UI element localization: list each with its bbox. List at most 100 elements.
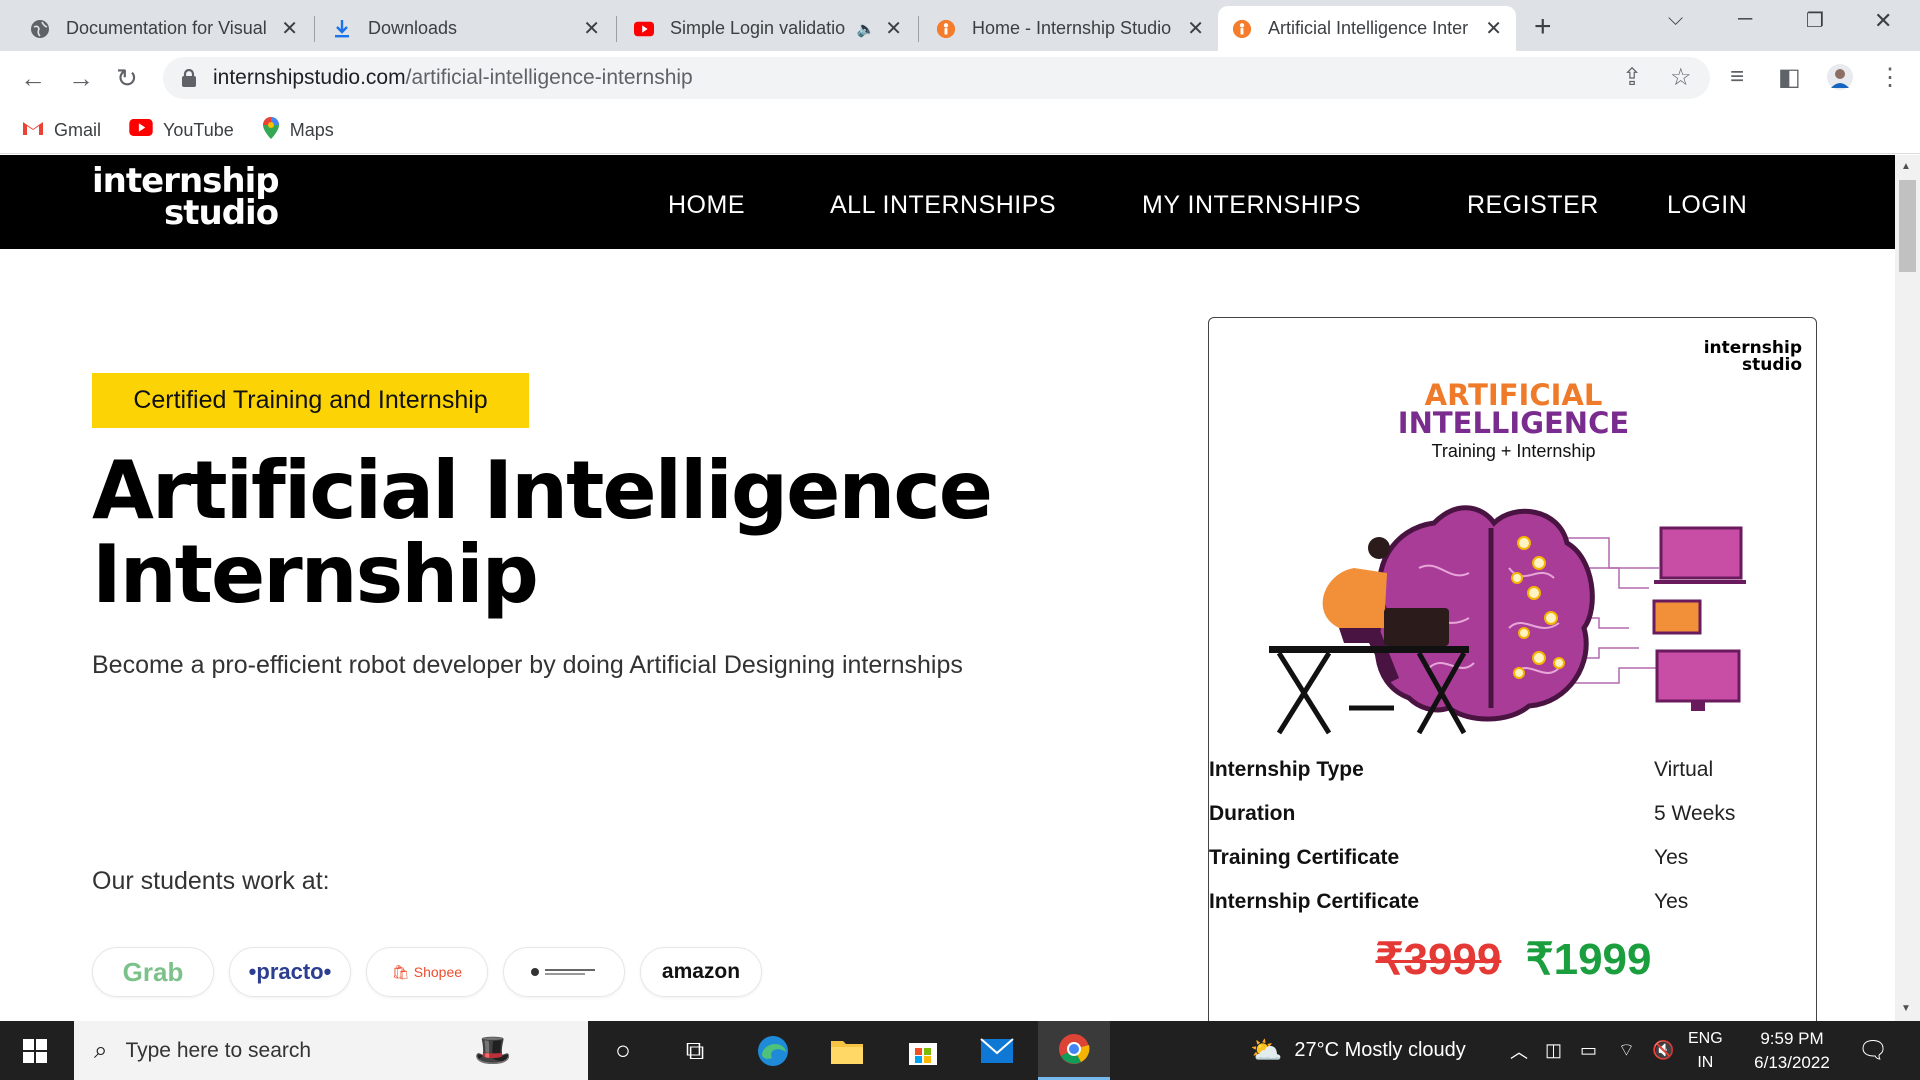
wifi-icon[interactable]: ⌔ [1618,1021,1635,1080]
maps-icon [262,116,280,145]
speaker-icon[interactable]: 🔈 [857,20,876,38]
nav-home[interactable]: HOME [668,191,745,220]
profile-avatar-icon[interactable] [1826,63,1854,98]
page-subtitle: Become a pro-efficient robot developer b… [92,651,963,679]
nav-my-internships[interactable]: MY INTERNSHIPS [1142,191,1361,220]
download-icon [332,19,352,39]
tab-title: Home - Internship Studio [972,18,1172,38]
task-view-cortana-icon[interactable]: ○ [588,1021,658,1080]
detail-label: Internship Certificate [1209,890,1420,913]
bookmark-label: Maps [289,119,334,140]
company-logo-amazon: amazon [640,947,762,997]
show-hidden-icons-chevron-icon[interactable]: ︿ [1510,1021,1528,1080]
mail-icon[interactable] [962,1021,1032,1080]
tab-search-chevron-icon[interactable]: ⌵ [1668,8,1683,31]
company-name: Shopee [413,964,463,980]
nav-all-internships[interactable]: ALL INTERNSHIPS [830,191,1056,220]
side-panel-icon[interactable]: ◧ [1778,63,1801,92]
system-clock[interactable]: 9:59 PM 6/13/2022 [1742,1027,1842,1075]
file-explorer-icon[interactable] [812,1021,882,1080]
tab-title: Simple Login validatio [670,18,846,38]
youtube-icon [634,19,654,39]
scroll-down-icon[interactable]: ▼ [1901,1003,1911,1014]
tab-simple-login[interactable]: Simple Login validatio 🔈 ✕ [620,6,916,51]
window-close-button[interactable]: ✕ [1874,8,1892,34]
close-icon[interactable]: ✕ [885,16,902,41]
search-placeholder: Type here to search [125,1038,312,1062]
company-logos: Grab •practo• 🛍 Shopee amazon [92,947,762,997]
back-arrow-icon[interactable]: ← [20,63,46,94]
internship-studio-icon [1232,19,1252,39]
microsoft-store-icon[interactable] [888,1021,958,1080]
old-price: ₹3999 [1375,935,1502,984]
tab-title: Artificial Intelligence Inter [1268,18,1469,38]
taskbar-search-box[interactable]: ⌕ Type here to search 🎩 [74,1021,588,1080]
detail-value: Yes [1654,890,1689,913]
close-icon[interactable]: ✕ [1187,16,1204,41]
url-path: /artificial-intelligence-internship [405,66,693,89]
bookmark-youtube[interactable]: YouTube [129,119,234,141]
detail-row: Internship Type Virtual [1209,748,1818,792]
new-price: ₹1999 [1525,935,1652,984]
forward-arrow-icon[interactable]: → [68,63,94,94]
weather-widget[interactable]: ⛅ 27°C Mostly cloudy [1250,1021,1466,1080]
windows-taskbar: ⌕ Type here to search 🎩 ○ ⧉ ⛅ 27°C Mostl… [0,1021,1920,1080]
search-highlight-icon: 🎩 [474,1034,512,1067]
bookmark-star-icon[interactable]: ☆ [1670,63,1692,92]
partly-cloudy-icon: ⛅ [1250,1035,1283,1065]
tab-home-internship-studio[interactable]: Home - Internship Studio ✕ [922,6,1218,51]
scrollbar-thumb[interactable] [1899,180,1916,272]
card-title-line2: INTELLIGENCE [1397,406,1630,440]
chrome-icon[interactable] [1038,1021,1110,1080]
windows-start-icon[interactable] [0,1021,70,1080]
course-details: Internship Type Virtual Duration 5 Weeks… [1209,748,1818,924]
input-language-indicator[interactable]: ENG IN [1688,1027,1723,1075]
restore-button[interactable]: ❐ [1806,8,1824,33]
battery-icon[interactable]: ▭ [1580,1021,1597,1080]
nav-login[interactable]: LOGIN [1667,191,1747,220]
company-logo-shopee: 🛍 Shopee [366,947,488,997]
close-icon[interactable]: ✕ [1485,16,1502,41]
share-icon[interactable]: ⇪ [1622,63,1642,92]
govt-emblem-icon [531,968,595,976]
page-scrollbar[interactable]: ▲ ▼ [1895,155,1920,1021]
tab-downloads[interactable]: Downloads ✕ [318,6,614,51]
close-icon[interactable]: ✕ [281,16,298,41]
lock-icon[interactable] [181,68,197,87]
detail-row: Internship Certificate Yes [1209,880,1818,924]
tab-artificial-intelligence[interactable]: Artificial Intelligence Inter ✕ [1218,6,1516,51]
browser-tab-strip: Documentation for Visual ✕ Downloads ✕ S… [0,0,1920,51]
detail-value: Virtual [1654,758,1714,781]
page-title-line1: Artificial Intelligence [92,444,993,537]
reload-icon[interactable]: ↻ [116,63,138,94]
speaker-muted-icon[interactable]: 🔇 [1652,1021,1674,1080]
bookmark-maps[interactable]: Maps [262,116,334,145]
address-bar[interactable]: internshipstudio.com/artificial-intellig… [163,57,1710,99]
notifications-icon[interactable]: 🗨 [1858,1021,1888,1080]
meet-now-icon[interactable]: ◫ [1545,1021,1562,1080]
edge-icon[interactable] [738,1021,808,1080]
bookmark-label: YouTube [163,119,234,140]
detail-value: 5 Weeks [1654,802,1736,825]
card-logo: internship studio [1704,340,1802,374]
detail-row: Duration 5 Weeks [1209,792,1818,836]
minimize-button[interactable]: ─ [1738,8,1752,31]
internship-studio-icon [936,19,956,39]
lang-code: ENG [1688,1030,1723,1047]
scroll-up-icon[interactable]: ▲ [1901,161,1911,172]
new-tab-button[interactable]: + [1534,10,1552,44]
menu-kebab-icon[interactable]: ⋮ [1878,63,1902,92]
tab-title: Downloads [368,18,458,38]
youtube-icon [129,119,153,141]
certified-badge: Certified Training and Internship [92,373,529,428]
region-code: IN [1697,1054,1714,1071]
tab-separator [314,16,315,42]
tab-documentation[interactable]: Documentation for Visual ✕ [16,6,312,51]
nav-register[interactable]: REGISTER [1467,191,1599,220]
card-title-line3: Training + Internship [1431,441,1596,461]
task-view-icon[interactable]: ⧉ [660,1021,730,1080]
close-icon[interactable]: ✕ [583,16,600,41]
bookmark-gmail[interactable]: Gmail [22,120,101,141]
media-controls-icon[interactable]: ≡ [1730,63,1744,91]
site-logo[interactable]: internship studio [92,164,280,230]
